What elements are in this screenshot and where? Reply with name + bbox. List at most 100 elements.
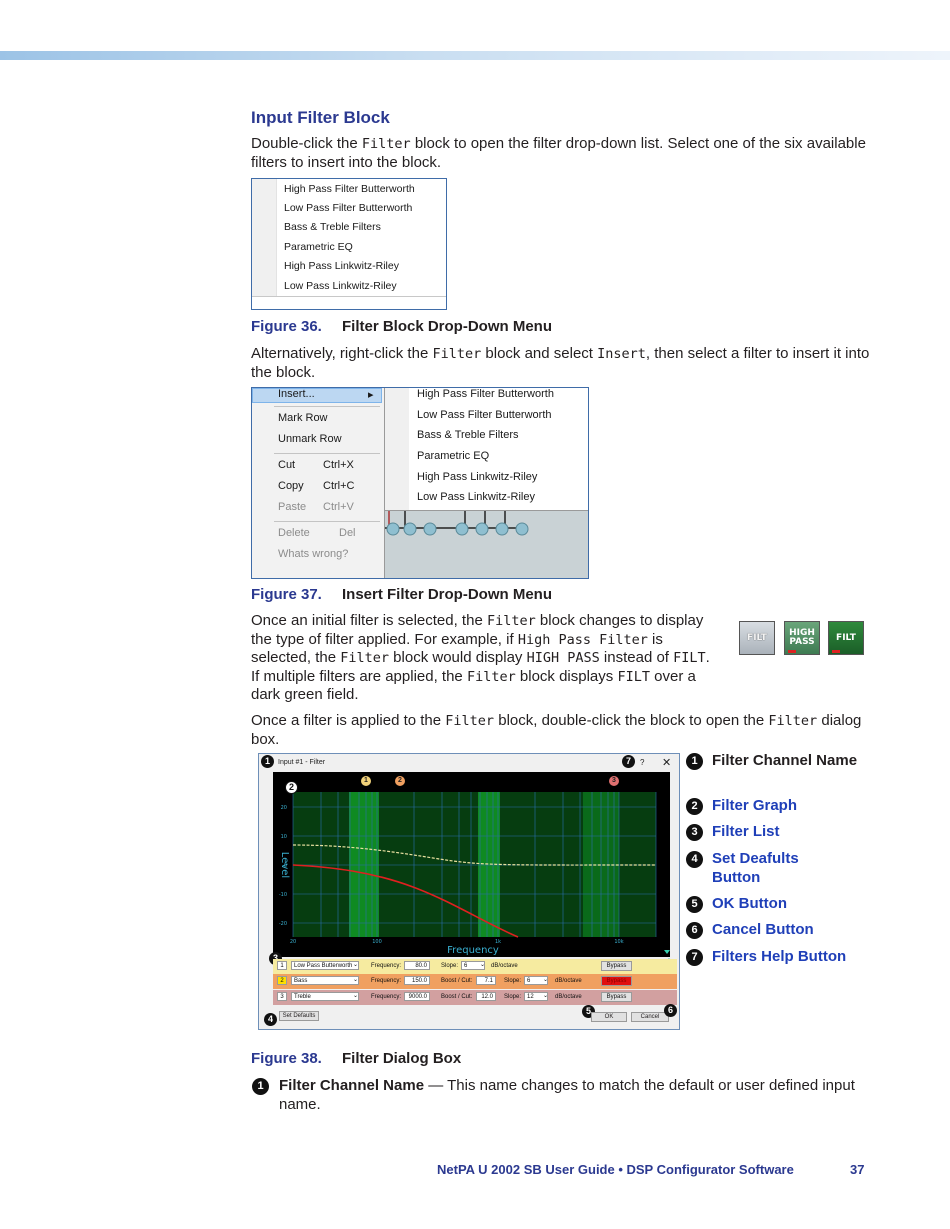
field-label: Slope: [504,978,522,984]
filter-type-select[interactable]: Treble [291,992,359,1001]
filter-row[interactable]: 1 Low Pass Butterworth ⌄ Frequency: 80.0… [273,959,677,974]
unit-label: dB/octave [555,994,582,1000]
bypass-button-active[interactable]: Bypass [601,976,632,986]
number-bullet: 1 [252,1078,269,1095]
menu-item-whats-wrong[interactable]: Whats wrong? [278,548,348,560]
section-title: Input Filter Block [251,108,390,127]
filt-badge-default: FILT [739,621,775,655]
bypass-button[interactable]: Bypass [601,961,632,971]
list-item[interactable]: Low Pass Filter Butterworth [284,202,412,214]
menu-item-copy[interactable]: Copy [278,480,304,492]
legend-link[interactable]: Filter List [712,823,872,842]
legend-link[interactable]: Filter Graph [712,797,872,816]
filter-type-select[interactable]: Low Pass Butterworth [291,961,359,970]
chevron-right-icon: ▸ [368,389,374,401]
y-tick-label: -10 [279,892,287,898]
set-defaults-button[interactable]: Set Defaults [279,1011,319,1021]
graph-marker-1: 1 [361,776,371,786]
submenu-item[interactable]: Bass & Treble Filters [417,429,518,441]
field-label: Slope: [441,963,459,969]
chevron-down-icon[interactable]: ⌄ [353,961,358,968]
y-tick-label: 10 [281,834,287,840]
divider [252,296,446,297]
chevron-down-icon[interactable]: ⌄ [480,961,485,968]
menu-item-cut[interactable]: Cut [278,459,295,471]
insert-context-menu-screenshot: Insert... ▸ Mark Row Unmark Row Cut Ctrl… [251,387,589,579]
list-item[interactable]: Bass & Treble Filters [284,221,381,233]
figure-caption: Figure 36. Filter Block Drop-Down Menu [251,318,552,335]
x-tick-label: 100 [372,939,382,945]
menu-separator [274,406,380,407]
menu-separator [274,521,380,522]
unit-label: dB/octave [491,963,518,969]
number-bullet: 1 [686,753,703,770]
list-item[interactable]: Low Pass Linkwitz-Riley [284,280,397,292]
submenu-item[interactable]: Low Pass Filter Butterworth [417,409,552,421]
legend-link[interactable]: Set Deafults Button [712,850,822,887]
legend-link[interactable]: Filters Help Button [712,948,872,967]
figure-caption: Figure 37. Insert Filter Drop-Down Menu [251,586,552,603]
submenu-item[interactable]: High Pass Filter Butterworth [417,388,554,400]
filter-row[interactable]: 3 Treble ⌄ Frequency: 9000.0 Boost / Cut… [273,990,677,1005]
chevron-down-icon[interactable]: ⌄ [543,992,548,999]
paragraph: Once an initial filter is selected, the … [251,612,710,703]
chevron-down-icon[interactable]: ⌄ [353,976,358,983]
bypass-button[interactable]: Bypass [601,992,632,1002]
filter-band [349,792,379,937]
list-item[interactable]: High Pass Filter Butterworth [284,183,415,195]
filter-row[interactable]: 2 Bass ⌄ Frequency: 150.0 Boost / Cut: 7… [273,974,677,989]
filter-dialog: Input #1 - Filter ? ✕ 1 7 20 10 0 -10 -2… [258,753,680,1030]
filter-type-select[interactable]: Bass [291,976,359,985]
list-item[interactable]: Parametric EQ [284,241,353,253]
shortcut-label: Ctrl+X [323,459,354,471]
scroll-down-icon[interactable] [664,950,670,954]
menu-icon-strip [385,388,409,510]
insert-submenu: High Pass Filter Butterworth Low Pass Fi… [385,388,588,511]
status-indicator [832,650,840,653]
chevron-down-icon[interactable]: ⌄ [543,976,548,983]
ok-button[interactable]: OK [591,1012,627,1022]
menu-highlight [252,388,382,403]
menu-item-unmark-row[interactable]: Unmark Row [278,433,342,445]
filter-dropdown-list: High Pass Filter Butterworth Low Pass Fi… [251,178,447,310]
frequency-input[interactable]: 150.0 [404,976,430,985]
figure-caption: Figure 38. Filter Dialog Box [251,1050,462,1067]
frequency-input[interactable]: 9000.0 [404,992,430,1001]
boost-input[interactable]: 7.1 [476,976,496,985]
legend-link[interactable]: Cancel Button [712,921,872,940]
dialog-title: Input #1 - Filter [278,759,326,766]
footer-title: NetPA U 2002 SB User Guide • DSP Configu… [437,1162,794,1177]
menu-item-insert[interactable]: Insert... [278,388,315,400]
field-label: Slope: [504,994,522,1000]
menu-item-paste[interactable]: Paste [278,501,306,513]
submenu-item[interactable]: Parametric EQ [417,450,489,462]
number-bullet: 6 [686,922,703,939]
close-icon[interactable]: ✕ [662,756,671,769]
frequency-input[interactable]: 80.0 [404,961,430,970]
context-menu: Insert... ▸ Mark Row Unmark Row Cut Ctrl… [252,388,385,578]
x-tick-label: 20 [290,939,296,945]
paragraph: Alternatively, right-click the Filter bl… [251,345,870,381]
boost-input[interactable]: 12.0 [476,992,496,1001]
header-gradient-bar [0,51,950,60]
paragraph: Once a filter is applied to the Filter b… [251,712,862,748]
cancel-button[interactable]: Cancel [631,1012,669,1022]
menu-separator [274,453,380,454]
shortcut-label: Ctrl+C [323,480,355,492]
menu-item-mark-row[interactable]: Mark Row [278,412,328,424]
chevron-down-icon[interactable]: ⌄ [353,992,358,999]
graph-marker-3: 3 [609,776,619,786]
submenu-item[interactable]: Low Pass Linkwitz-Riley [417,491,535,503]
field-label: Boost / Cut: [441,978,473,984]
intro-paragraph: Double-click the Filter block to open th… [251,135,866,171]
menu-item-delete[interactable]: Delete [278,527,310,539]
help-icon[interactable]: ? [640,758,644,767]
list-item[interactable]: High Pass Linkwitz-Riley [284,260,399,272]
x-tick-label: 10k [614,939,623,945]
submenu-item[interactable]: High Pass Linkwitz-Riley [417,471,537,483]
page-number: 37 [850,1162,865,1177]
unit-label: dB/octave [555,978,582,984]
field-label: Boost / Cut: [441,994,473,1000]
legend-link[interactable]: OK Button [712,895,872,914]
shortcut-label: Del [339,527,356,539]
